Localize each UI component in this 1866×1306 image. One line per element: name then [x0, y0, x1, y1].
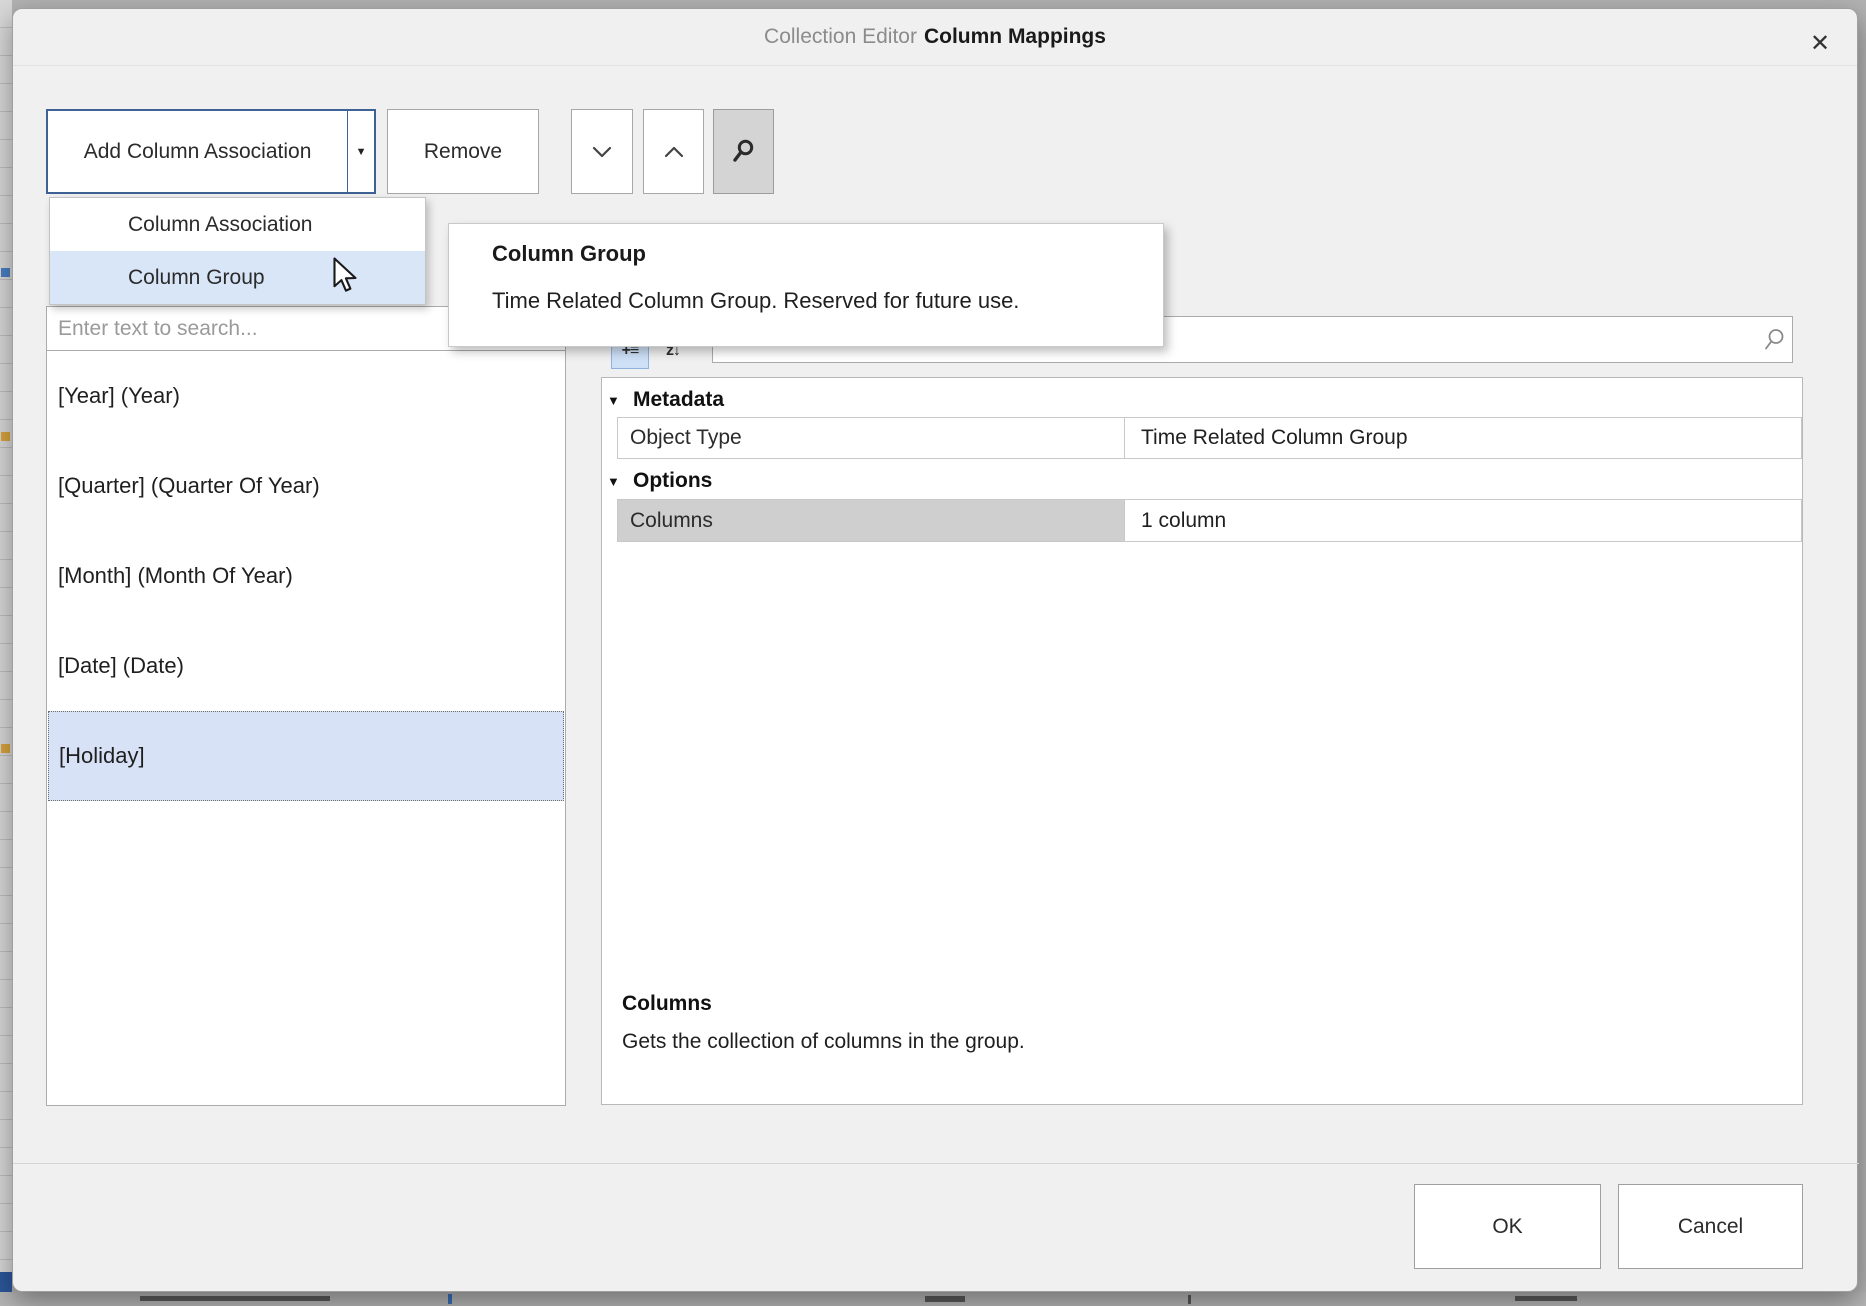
- background-fragment: [0, 1272, 12, 1294]
- ok-button[interactable]: OK: [1414, 1184, 1601, 1269]
- chevron-down-icon: [589, 144, 615, 160]
- add-dropdown-menu: Column Association Column Group: [49, 197, 426, 305]
- property-row-columns[interactable]: Columns 1 column: [617, 499, 1802, 542]
- property-name-cell-selected[interactable]: Columns: [618, 500, 1125, 541]
- list-item-date[interactable]: [Date] (Date): [47, 621, 565, 711]
- remove-button[interactable]: Remove: [387, 109, 539, 194]
- expander-icon[interactable]: ▼: [607, 393, 633, 408]
- expander-icon[interactable]: ▼: [607, 474, 633, 489]
- property-grid-search-icon-wrap: [1761, 327, 1787, 358]
- property-value-cell[interactable]: 1 column: [1125, 500, 1801, 541]
- add-column-association-label[interactable]: Add Column Association: [48, 111, 348, 192]
- category-row-options[interactable]: ▼ Options: [607, 463, 712, 499]
- category-label: Options: [633, 469, 712, 493]
- description-text: Gets the collection of columns in the gr…: [622, 1030, 1025, 1054]
- property-name-cell[interactable]: Object Type: [618, 418, 1125, 458]
- background-fragment: [140, 1296, 330, 1301]
- category-label: Metadata: [633, 388, 724, 412]
- title-bar[interactable]: Collection Editor Column Mappings: [13, 9, 1857, 66]
- close-icon: ✕: [1810, 29, 1830, 58]
- property-row-object-type[interactable]: Object Type Time Related Column Group: [617, 417, 1802, 459]
- background-fragment: [925, 1296, 965, 1302]
- list-item-year[interactable]: [Year] (Year): [47, 351, 565, 441]
- magnifier-icon: [731, 138, 757, 166]
- dialog-title-prefix: Collection Editor: [764, 25, 917, 49]
- list-item-holiday-selected[interactable]: [Holiday]: [48, 711, 564, 801]
- collection-editor-dialog: Collection Editor Column Mappings ✕ Add …: [12, 8, 1858, 1292]
- menu-item-column-association[interactable]: Column Association: [50, 198, 425, 251]
- dropdown-arrow-icon: ▼: [356, 146, 367, 158]
- add-dropdown-segment[interactable]: ▼: [348, 111, 374, 192]
- background-app-bottom-sliver: [0, 1292, 1866, 1306]
- footer-separator: [13, 1163, 1859, 1164]
- tooltip-text: Time Related Column Group. Reserved for …: [492, 288, 1143, 314]
- property-grid-panel: ▼ Metadata Object Type Time Related Colu…: [601, 377, 1803, 1105]
- mouse-cursor: [331, 257, 365, 298]
- category-row-metadata[interactable]: ▼ Metadata: [607, 382, 724, 418]
- add-column-association-button[interactable]: Add Column Association ▼: [46, 109, 376, 194]
- dialog-title: Column Mappings: [924, 25, 1106, 49]
- list-item-quarter[interactable]: [Quarter] (Quarter Of Year): [47, 441, 565, 531]
- background-app-left-sliver: [0, 0, 12, 1306]
- description-title: Columns: [622, 992, 712, 1016]
- cancel-button[interactable]: Cancel: [1618, 1184, 1803, 1269]
- background-fragment: [1515, 1296, 1577, 1301]
- property-value-cell[interactable]: Time Related Column Group: [1125, 418, 1801, 458]
- list-item-month[interactable]: [Month] (Month Of Year): [47, 531, 565, 621]
- background-fragment: [448, 1294, 452, 1304]
- chevron-up-icon: [661, 144, 687, 160]
- background-fragment: [1, 268, 10, 277]
- background-fragment: [1188, 1295, 1191, 1304]
- background-fragment: [1, 744, 10, 753]
- close-button[interactable]: ✕: [1798, 21, 1842, 65]
- search-icon: [1761, 327, 1787, 353]
- toggle-search-button[interactable]: [713, 109, 774, 194]
- move-up-button[interactable]: [643, 109, 704, 194]
- column-mappings-list: [Year] (Year) [Quarter] (Quarter Of Year…: [46, 350, 566, 1106]
- move-down-button[interactable]: [571, 109, 633, 194]
- menu-item-column-group[interactable]: Column Group: [50, 251, 425, 304]
- background-fragment: [1, 432, 10, 441]
- column-group-tooltip: Column Group Time Related Column Group. …: [448, 223, 1164, 347]
- tooltip-title: Column Group: [492, 241, 1143, 267]
